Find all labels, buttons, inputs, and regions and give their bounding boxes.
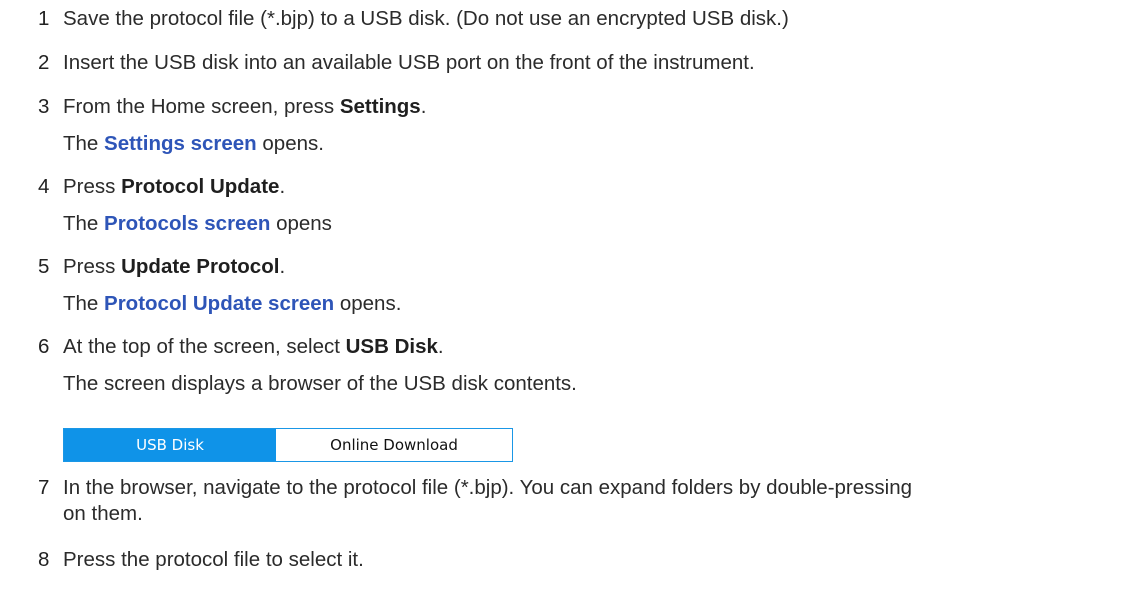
step-number: 5 [38,255,50,278]
step-text-post: . [420,95,427,118]
result-pre: The [63,132,105,155]
source-tab-bar: USB Disk Online Download [63,428,513,462]
step-number: 3 [38,95,50,118]
protocol-update-screen-link[interactable]: Protocol Update screen [104,292,334,315]
step-text-line-1: In the browser, navigate to the protocol… [63,476,913,499]
ui-term-update-protocol: Update Protocol [121,255,280,278]
step-result: The Protocols screen opens [63,212,332,236]
step-text: Insert the USB disk into an available US… [63,51,755,74]
result-pre: The [63,292,105,315]
result-post: opens. [334,292,402,315]
step-text: Press Update Protocol. [63,255,285,279]
step-text: Press Protocol Update. [63,175,285,199]
step-number: 7 [38,476,50,499]
step-text-line-2: on them. [63,502,143,525]
settings-screen-link[interactable]: Settings screen [104,132,257,155]
step-text-post: . [437,335,444,358]
step-number: 1 [38,7,50,30]
step-result: The screen displays a browser of the USB… [63,372,577,395]
result-pre: The [63,212,105,235]
ui-term-settings: Settings [339,95,421,118]
step-text-pre: From the Home screen, press [63,95,340,118]
step-number: 2 [38,51,50,74]
step-text-post: . [279,175,286,198]
step-text-post: . [279,255,286,278]
step-number: 8 [38,548,50,571]
result-post: opens [270,212,332,235]
step-text-pre: At the top of the screen, select [63,335,346,358]
step-result: The Protocol Update screen opens. [63,292,401,316]
step-text-pre: Press [63,175,122,198]
step-result: The Settings screen opens. [63,132,324,156]
result-post: opens. [256,132,324,155]
tab-online-download[interactable]: Online Download [276,429,512,461]
step-text: At the top of the screen, select USB Dis… [63,335,444,359]
ui-term-protocol-update: Protocol Update [121,175,280,198]
step-number: 4 [38,175,50,198]
step-text: Save the protocol file (*.bjp) to a USB … [63,7,789,30]
tab-usb-disk[interactable]: USB Disk [64,429,276,461]
step-text-pre: Press [63,255,122,278]
ui-term-usb-disk: USB Disk [345,335,438,358]
step-number: 6 [38,335,50,358]
protocols-screen-link[interactable]: Protocols screen [104,212,270,235]
step-text: Press the protocol file to select it. [63,548,364,571]
step-text: From the Home screen, press Settings. [63,95,426,119]
